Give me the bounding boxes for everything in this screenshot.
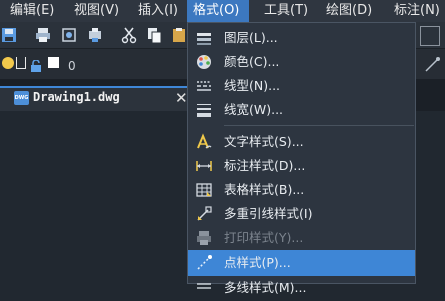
menu-item-plot-style[interactable]: 打印样式(Y)... <box>188 225 415 251</box>
table-style-icon <box>195 181 213 199</box>
menu-item-text-style[interactable]: 文字样式(S)... <box>188 129 415 155</box>
publish-icon[interactable] <box>86 26 104 44</box>
tab-title: Drawing1.dwg <box>33 90 120 104</box>
dwg-file-icon: DWG <box>14 91 29 105</box>
menu-item-layer[interactable]: 图层(L)... <box>188 25 415 51</box>
close-tab-icon[interactable]: ✕ <box>175 87 188 109</box>
point-style-icon <box>195 254 213 272</box>
menu-separator <box>224 125 414 126</box>
text-style-icon <box>195 133 213 151</box>
format-menu-dropdown: 图层(L)... 颜色(C)... 线型(N)... 线宽(W)... 文字样式… <box>187 22 416 295</box>
plot-preview-icon[interactable] <box>60 26 78 44</box>
cut-icon[interactable] <box>120 26 138 44</box>
copy-icon[interactable] <box>145 26 163 44</box>
linetype-icon <box>195 77 213 95</box>
paste-icon[interactable] <box>170 26 188 44</box>
menu-tools[interactable]: 工具(T) <box>258 0 314 22</box>
light-bulb-icon[interactable] <box>2 57 14 69</box>
menu-view[interactable]: 视图(V) <box>68 0 125 22</box>
menu-item-color[interactable]: 颜色(C)... <box>188 49 415 75</box>
menu-dimension[interactable]: 标注(N) <box>388 0 445 22</box>
freeze-icon[interactable] <box>16 57 26 69</box>
menu-bar: 编辑(E) 视图(V) 插入(I) 格式(O) 工具(T) 绘图(D) 标注(N… <box>0 0 445 22</box>
menu-item-table-style[interactable]: 表格样式(B)... <box>188 177 415 203</box>
multileader-style-icon <box>195 205 213 223</box>
layer-name[interactable]: 0 <box>68 59 76 73</box>
menu-item-multileader-style[interactable]: 多重引线样式(I) <box>188 201 415 227</box>
menu-draw[interactable]: 绘图(D) <box>320 0 378 22</box>
toolbar-fragment-icon[interactable] <box>423 56 441 74</box>
menu-item-dimension-style[interactable]: 标注样式(D)... <box>188 153 415 179</box>
save-icon[interactable] <box>0 26 18 44</box>
plot-style-icon <box>195 229 213 247</box>
multiline-style-icon <box>195 279 213 297</box>
menu-item-lineweight[interactable]: 线宽(W)... <box>188 97 415 123</box>
lock-icon[interactable] <box>30 57 42 72</box>
menu-format[interactable]: 格式(O) <box>187 0 249 22</box>
color-palette-icon <box>195 53 213 71</box>
lineweight-icon <box>195 101 213 119</box>
dimension-style-icon <box>195 157 213 175</box>
menu-edit[interactable]: 编辑(E) <box>4 0 60 22</box>
layer-color-swatch[interactable] <box>48 57 59 68</box>
toolbar-fragment[interactable] <box>420 26 440 46</box>
menu-item-linetype[interactable]: 线型(N)... <box>188 73 415 99</box>
print-icon[interactable] <box>34 26 52 44</box>
menu-insert[interactable]: 插入(I) <box>132 0 184 22</box>
menu-item-multiline-style[interactable]: 多线样式(M)... <box>188 275 415 301</box>
menu-item-point-style[interactable]: 点样式(P)... <box>188 250 415 276</box>
layer-icon <box>195 29 213 47</box>
